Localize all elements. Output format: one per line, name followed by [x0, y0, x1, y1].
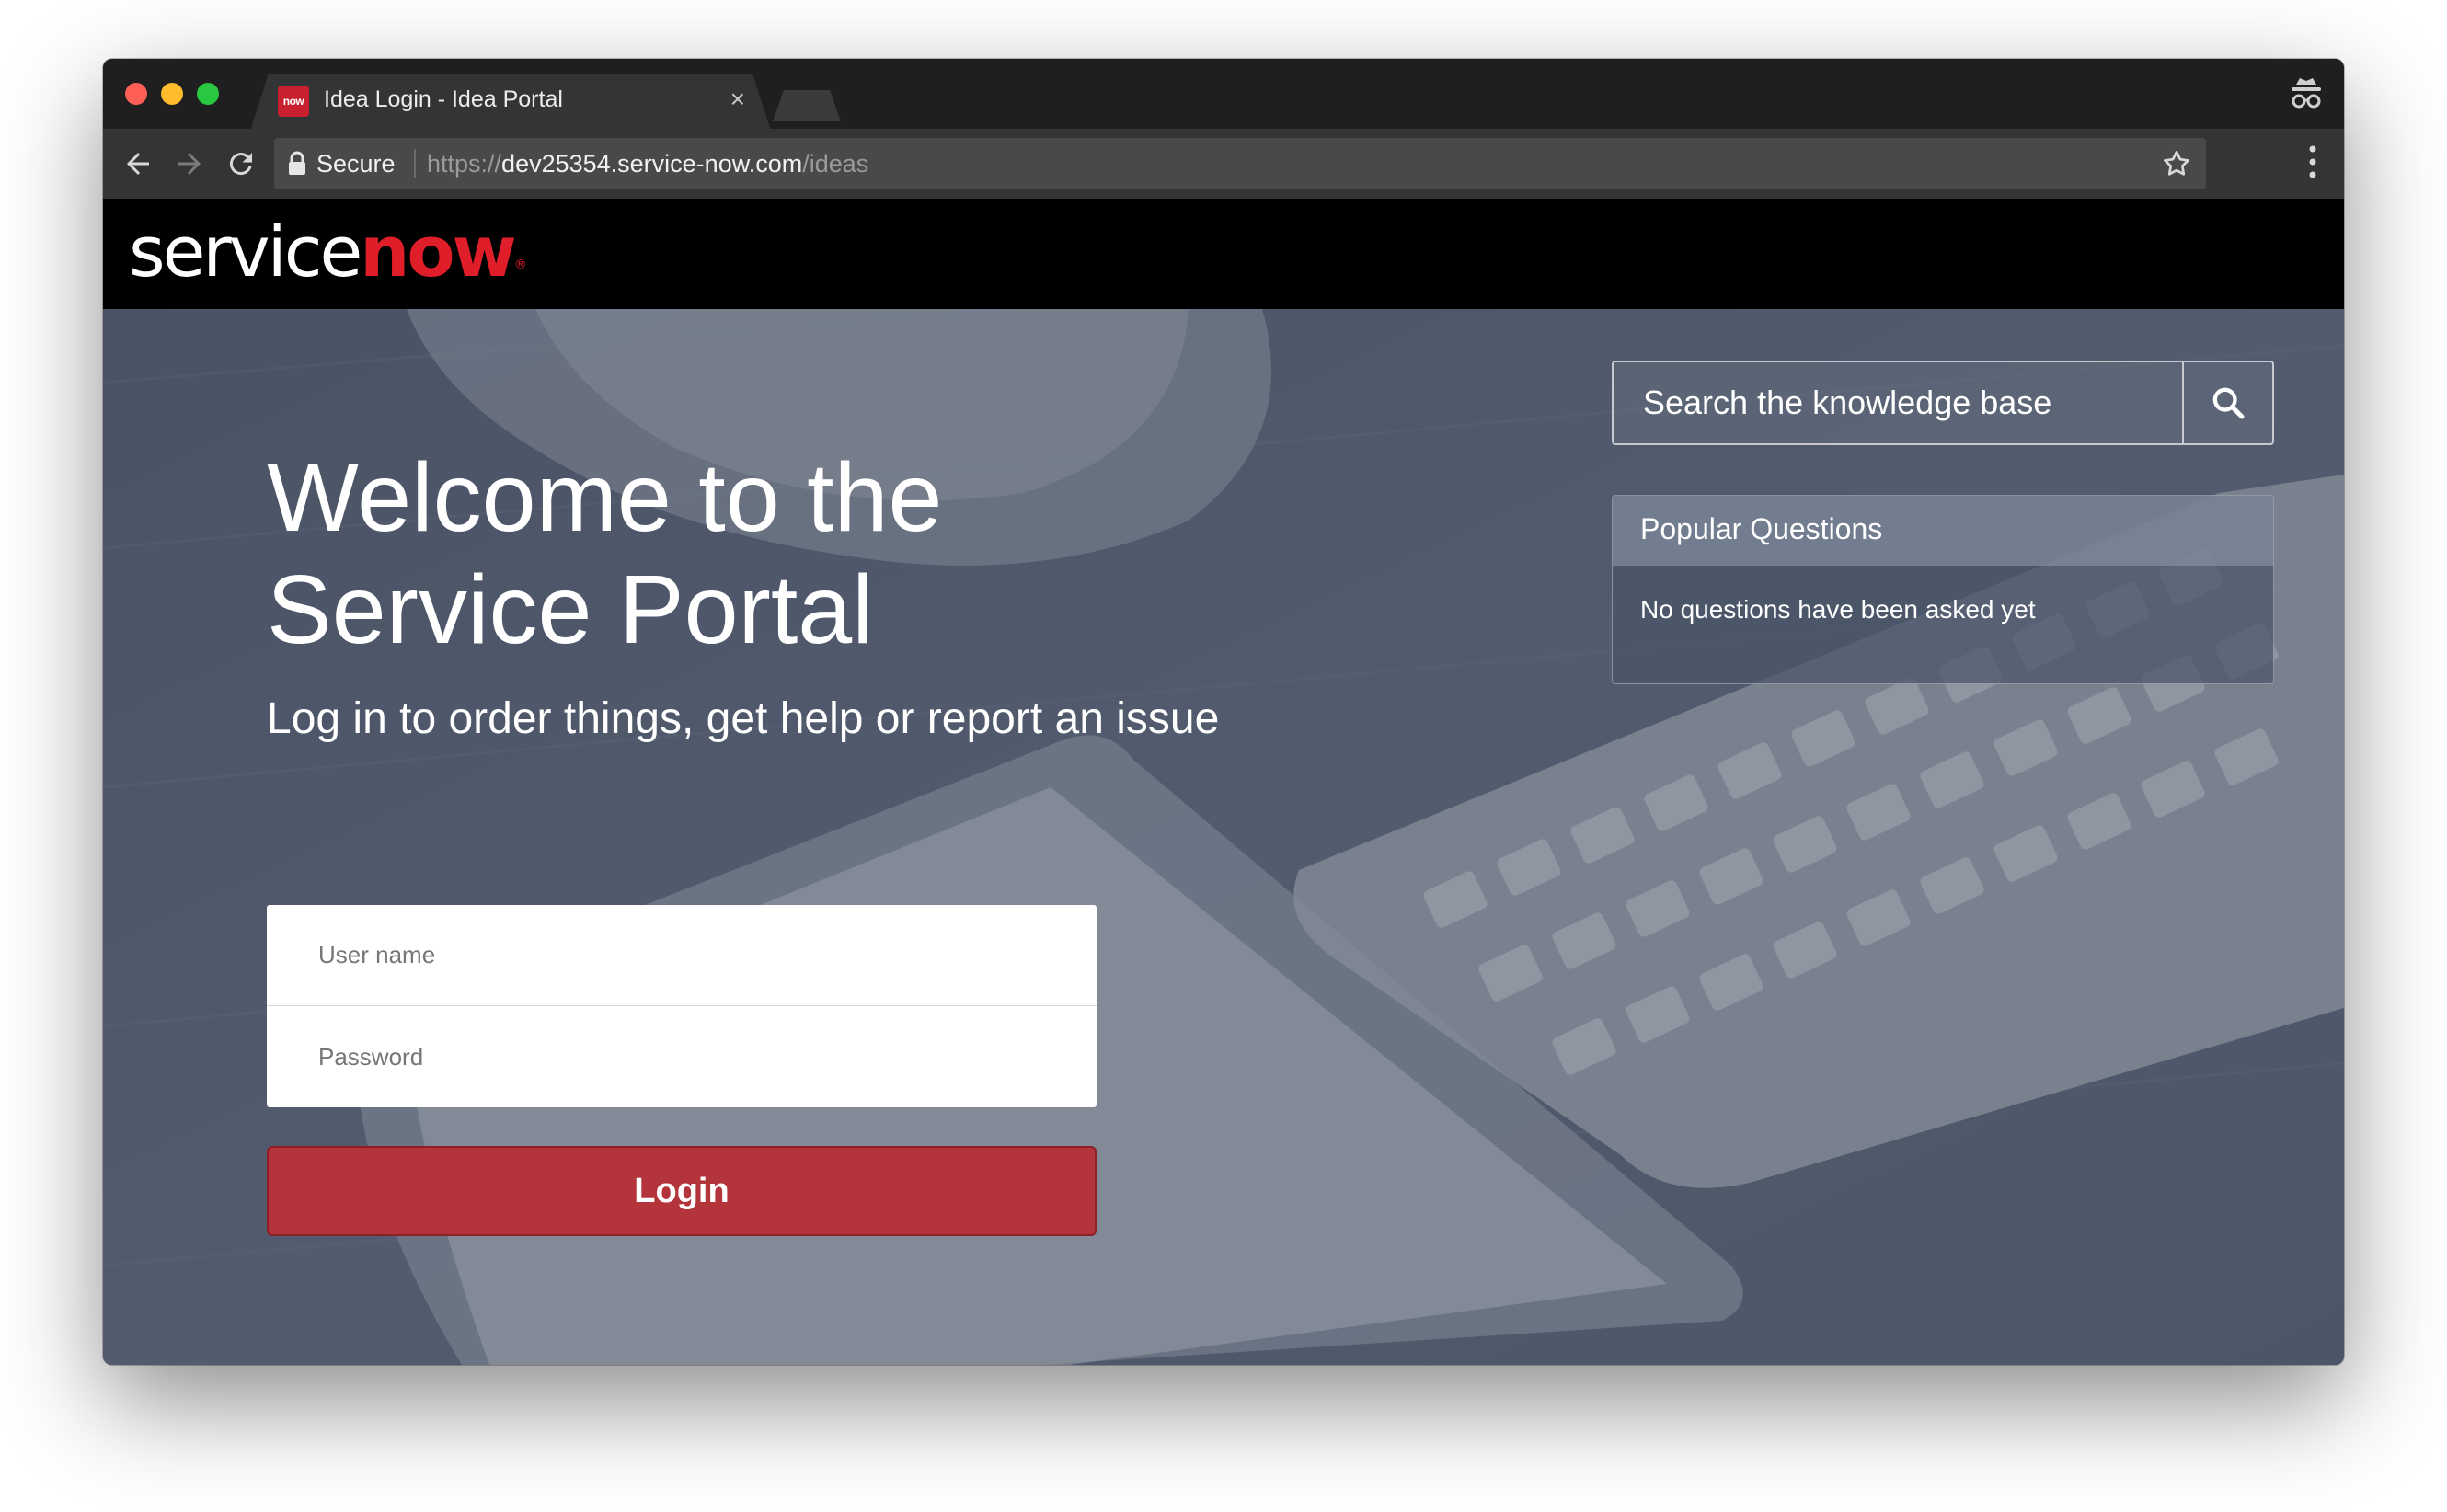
login-button[interactable]: Login	[267, 1146, 1097, 1236]
logo-registered-mark: ®	[513, 258, 527, 272]
secure-label: Secure	[316, 150, 396, 178]
logo-service-text: service	[129, 211, 362, 292]
url-scheme: https://	[427, 150, 502, 178]
address-separator	[414, 149, 416, 178]
tab-close-icon[interactable]: ×	[730, 85, 745, 114]
site-header: servicenow®	[103, 199, 2344, 309]
incognito-icon[interactable]	[2289, 75, 2324, 112]
popular-questions-empty-message: No questions have been asked yet	[1640, 595, 2036, 624]
close-window-button[interactable]	[125, 83, 147, 105]
lock-icon	[289, 151, 305, 175]
bookmark-star-icon[interactable]	[2160, 147, 2193, 180]
back-button[interactable]	[116, 142, 160, 186]
browser-toolbar: Secure https://dev25354.service-now.com/…	[103, 129, 2344, 199]
forward-button[interactable]	[167, 142, 212, 186]
servicenow-logo[interactable]: servicenow®	[129, 215, 527, 289]
welcome-heading: Welcome to the Service Portal	[267, 443, 943, 664]
more-menu-icon[interactable]	[2307, 142, 2318, 182]
search-button[interactable]	[2182, 362, 2272, 443]
address-bar[interactable]: Secure https://dev25354.service-now.com/…	[274, 138, 2206, 189]
browser-window: now Idea Login - Idea Portal × Secure ht…	[103, 59, 2344, 1365]
login-form: Login	[267, 905, 1097, 1236]
popular-questions-heading: Popular Questions	[1613, 496, 2273, 566]
url-host: dev25354.service-now.com	[501, 150, 803, 178]
search-icon	[2212, 387, 2245, 419]
web-page: servicenow® Welcome to the Service Porta…	[103, 199, 2344, 1365]
username-input[interactable]	[267, 905, 1097, 1006]
hero-section: Welcome to the Service Portal Log in to …	[103, 309, 2344, 1365]
url-text[interactable]: https://dev25354.service-now.com/ideas	[427, 150, 868, 178]
reload-button[interactable]	[219, 142, 263, 186]
new-tab-button[interactable]	[773, 90, 841, 121]
password-input[interactable]	[267, 1006, 1097, 1107]
maximize-window-button[interactable]	[197, 83, 219, 105]
forward-arrow-icon	[178, 153, 201, 175]
minimize-window-button[interactable]	[161, 83, 183, 105]
browser-tab-active[interactable]: now Idea Login - Idea Portal ×	[250, 74, 771, 131]
welcome-subheading: Log in to order things, get help or repo…	[267, 694, 1220, 743]
servicenow-favicon-icon: now	[278, 86, 309, 117]
knowledge-search	[1612, 361, 2274, 445]
popular-questions-panel: Popular Questions No questions have been…	[1612, 495, 2274, 684]
screenshot-stage: now Idea Login - Idea Portal × Secure ht…	[0, 0, 2447, 1512]
reload-icon	[229, 153, 252, 176]
back-arrow-icon	[127, 153, 149, 175]
logo-now-text: now	[360, 211, 517, 292]
url-path: /ideas	[802, 150, 869, 178]
browser-titlebar: now Idea Login - Idea Portal ×	[103, 59, 2344, 129]
knowledge-search-input[interactable]	[1614, 362, 2182, 443]
tab-title: Idea Login - Idea Portal	[324, 86, 563, 112]
